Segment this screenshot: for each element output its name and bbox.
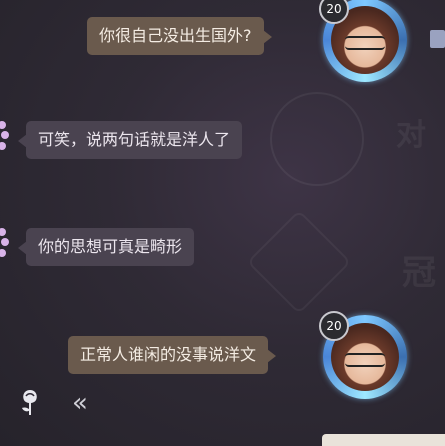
chat-bubble-outgoing: 正常人谁闲的没事说洋文 <box>68 336 277 374</box>
message-text: 正常人谁闲的没事说洋文 <box>80 345 257 364</box>
collapse-chevron-icon[interactable]: « <box>72 388 88 418</box>
background-emblem <box>270 92 364 186</box>
level-badge: 20 <box>319 311 349 341</box>
rose-icon[interactable] <box>16 386 44 418</box>
background-watermark-text: 冠 <box>402 253 436 293</box>
chat-bubble-outgoing: 你很自己没出生国外? <box>87 17 271 55</box>
message-text: 你很自己没出生国外? <box>99 26 252 45</box>
flower-icon <box>0 121 12 155</box>
chat-bubble-incoming: 你的思想可真是畸形 <box>17 228 195 266</box>
side-panel-tab[interactable] <box>430 30 445 48</box>
flower-icon <box>0 228 12 262</box>
message-text: 你的思想可真是畸形 <box>38 237 183 256</box>
avatar[interactable]: 20 <box>319 311 407 399</box>
background-watermark-text: 对 <box>396 118 426 153</box>
avatar[interactable]: 20 <box>319 0 407 82</box>
chat-bubble-incoming: 可笑，说两句话就是洋人了 <box>17 121 243 159</box>
background-emblem <box>246 209 352 315</box>
input-panel-edge <box>322 434 445 446</box>
message-text: 可笑，说两句话就是洋人了 <box>38 130 231 149</box>
